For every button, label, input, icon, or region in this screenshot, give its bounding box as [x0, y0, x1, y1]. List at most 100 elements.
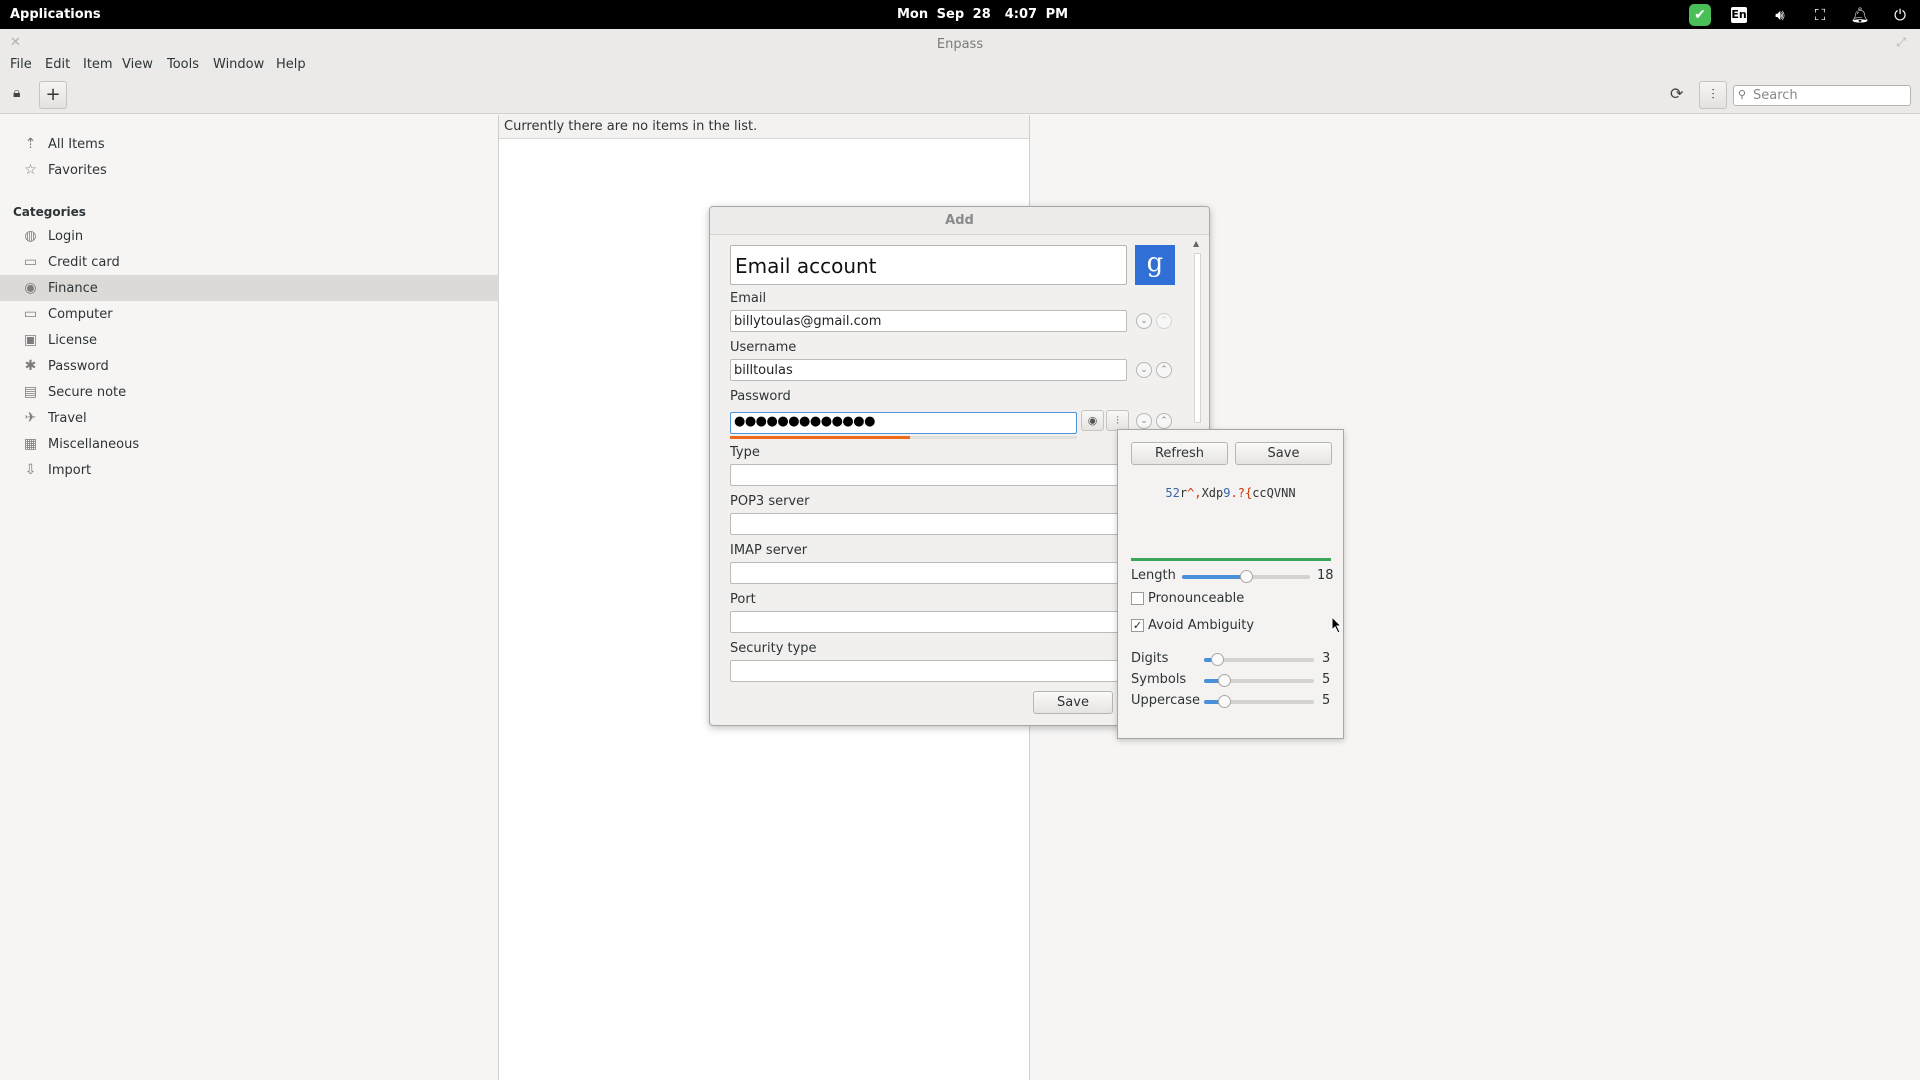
scrollbar-thumb[interactable]: [1194, 253, 1201, 423]
generator-save-button[interactable]: Save: [1235, 442, 1332, 465]
email-field[interactable]: billytoulas@gmail.com: [730, 310, 1127, 332]
misc-icon: ▦: [23, 436, 38, 452]
sidebar-item-label: License: [48, 333, 98, 348]
star-icon: ☆: [24, 162, 37, 178]
move-down-icon[interactable]: ⌄: [1136, 413, 1152, 429]
maximize-icon[interactable]: ⤢: [1896, 35, 1906, 50]
type-field[interactable]: [730, 464, 1150, 486]
google-icon[interactable]: g: [1135, 245, 1175, 285]
generated-password[interactable]: 52r^,Xdp9.?{ccQVNN: [1118, 486, 1343, 500]
volume-icon[interactable]: 🔊︎: [1768, 4, 1792, 26]
move-up-icon[interactable]: ⌃: [1156, 413, 1172, 429]
port-field[interactable]: [730, 611, 1150, 633]
move-down-icon[interactable]: ⌄: [1136, 362, 1152, 378]
digits-slider[interactable]: [1204, 653, 1314, 666]
pronounceable-label: Pronounceable: [1148, 591, 1245, 606]
length-slider-knob[interactable]: [1240, 570, 1253, 583]
username-field[interactable]: billtoulas: [730, 359, 1127, 381]
sidebar-item-label: Password: [48, 359, 109, 374]
sidebar-item-label: All Items: [48, 137, 105, 152]
pronounceable-checkbox[interactable]: [1131, 592, 1144, 605]
sidebar-item-finance[interactable]: ◉ Finance: [0, 275, 499, 301]
mouse-cursor-icon: [1331, 616, 1343, 634]
symbols-slider-knob[interactable]: [1217, 674, 1231, 687]
password-generator-icon[interactable]: ⫶: [1106, 410, 1129, 431]
sidebar-item-label: Finance: [48, 281, 98, 296]
password-field[interactable]: ●●●●●●●●●●●●●: [730, 412, 1077, 434]
username-label: Username: [730, 340, 797, 355]
sidebar-item-credit-card[interactable]: ▭ Credit card: [0, 249, 499, 275]
settings-sliders-icon[interactable]: ⫶: [1699, 81, 1727, 109]
digits-label: Digits: [1131, 651, 1169, 666]
sidebar-item-label: Computer: [48, 307, 113, 322]
list-header: Currently there are no items in the list…: [499, 115, 1029, 139]
search-icon: ⚲: [1738, 88, 1747, 101]
uppercase-slider[interactable]: [1204, 695, 1314, 708]
email-value: billytoulas@gmail.com: [734, 314, 882, 329]
sidebar-item-import[interactable]: ⇩ Import: [0, 457, 499, 483]
sidebar-item-license[interactable]: ▣ License: [0, 327, 499, 353]
menu-view[interactable]: View: [122, 57, 153, 72]
save-button[interactable]: Save: [1033, 691, 1113, 714]
toolbar: 🔒︎ + ⟳ ⫶ ⚲ Search: [0, 78, 1920, 114]
menu-tools[interactable]: Tools: [167, 57, 199, 72]
sidebar-item-favorites[interactable]: ☆ Favorites: [0, 157, 499, 183]
sidebar-item-label: Miscellaneous: [48, 437, 140, 452]
username-value: billtoulas: [734, 363, 793, 378]
network-icon[interactable]: ⛶: [1808, 4, 1832, 26]
security-type-field[interactable]: [730, 660, 1150, 682]
password-strength-bar: [730, 436, 1077, 439]
show-password-eye-icon[interactable]: ◉: [1081, 410, 1104, 431]
power-icon[interactable]: ⏻: [1888, 4, 1912, 26]
menu-window[interactable]: Window: [213, 57, 264, 72]
uppercase-slider-knob[interactable]: [1217, 695, 1231, 708]
finance-icon: ◉: [24, 280, 37, 296]
scroll-up-icon[interactable]: ▲: [1193, 239, 1199, 248]
digits-slider-knob[interactable]: [1211, 653, 1225, 666]
sidebar-item-label: Secure note: [48, 385, 127, 400]
digits-value: 3: [1322, 651, 1331, 666]
sidebar-item-password[interactable]: ✱ Password: [0, 353, 499, 379]
shield-check-icon[interactable]: ✔: [1689, 4, 1711, 26]
add-item-button[interactable]: +: [39, 81, 67, 109]
uppercase-label: Uppercase: [1131, 693, 1200, 708]
symbols-slider[interactable]: [1204, 674, 1314, 687]
generated-password-part: .: [1230, 486, 1238, 500]
search-input[interactable]: ⚲ Search: [1733, 85, 1911, 106]
menu-edit[interactable]: Edit: [45, 57, 70, 72]
type-label: Type: [730, 445, 760, 460]
sidebar-item-login[interactable]: ◍ Login: [0, 223, 499, 249]
sidebar-item-label: Travel: [48, 411, 87, 426]
move-down-icon[interactable]: ⌄: [1136, 313, 1152, 329]
move-up-icon[interactable]: ⌃: [1156, 313, 1172, 329]
uppercase-value: 5: [1322, 693, 1331, 708]
sync-icon[interactable]: ⟳: [1670, 84, 1683, 103]
menu-file[interactable]: File: [10, 57, 32, 72]
sidebar-item-computer[interactable]: ▭ Computer: [0, 301, 499, 327]
sidebar-item-all-items[interactable]: ⇡ All Items: [0, 131, 499, 157]
menu-item[interactable]: Item: [83, 57, 113, 72]
sidebar-item-travel[interactable]: ✈ Travel: [0, 405, 499, 431]
menu-help[interactable]: Help: [276, 57, 306, 72]
generated-password-part: ,: [1194, 486, 1202, 500]
license-icon: ▣: [23, 332, 38, 348]
refresh-button[interactable]: Refresh: [1131, 442, 1228, 465]
item-name-value: Email account: [735, 254, 877, 278]
sidebar: ⇡ All Items ☆ Favorites Categories ◍ Log…: [0, 115, 499, 1080]
item-name-input[interactable]: Email account: [730, 245, 1127, 285]
avoid-ambiguity-checkbox[interactable]: ✓: [1131, 619, 1144, 632]
sidebar-item-label: Login: [48, 229, 84, 244]
imap-server-field[interactable]: [730, 562, 1150, 584]
applications-menu[interactable]: Applications: [10, 7, 101, 22]
pop3-server-field[interactable]: [730, 513, 1150, 535]
sidebar-item-miscellaneous[interactable]: ▦ Miscellaneous: [0, 431, 499, 457]
email-label: Email: [730, 291, 767, 306]
notification-bell-icon[interactable]: 🔔︎: [1848, 4, 1872, 26]
time-label: 4:07 PM: [1004, 7, 1069, 22]
lock-icon[interactable]: 🔒︎: [13, 85, 20, 101]
clock[interactable]: Mon Sep 28 4:07 PM: [897, 7, 1068, 22]
sidebar-item-secure-note[interactable]: ▤ Secure note: [0, 379, 499, 405]
keyboard-layout-indicator[interactable]: En: [1731, 7, 1747, 23]
length-slider[interactable]: [1182, 570, 1310, 583]
move-up-icon[interactable]: ⌃: [1156, 362, 1172, 378]
